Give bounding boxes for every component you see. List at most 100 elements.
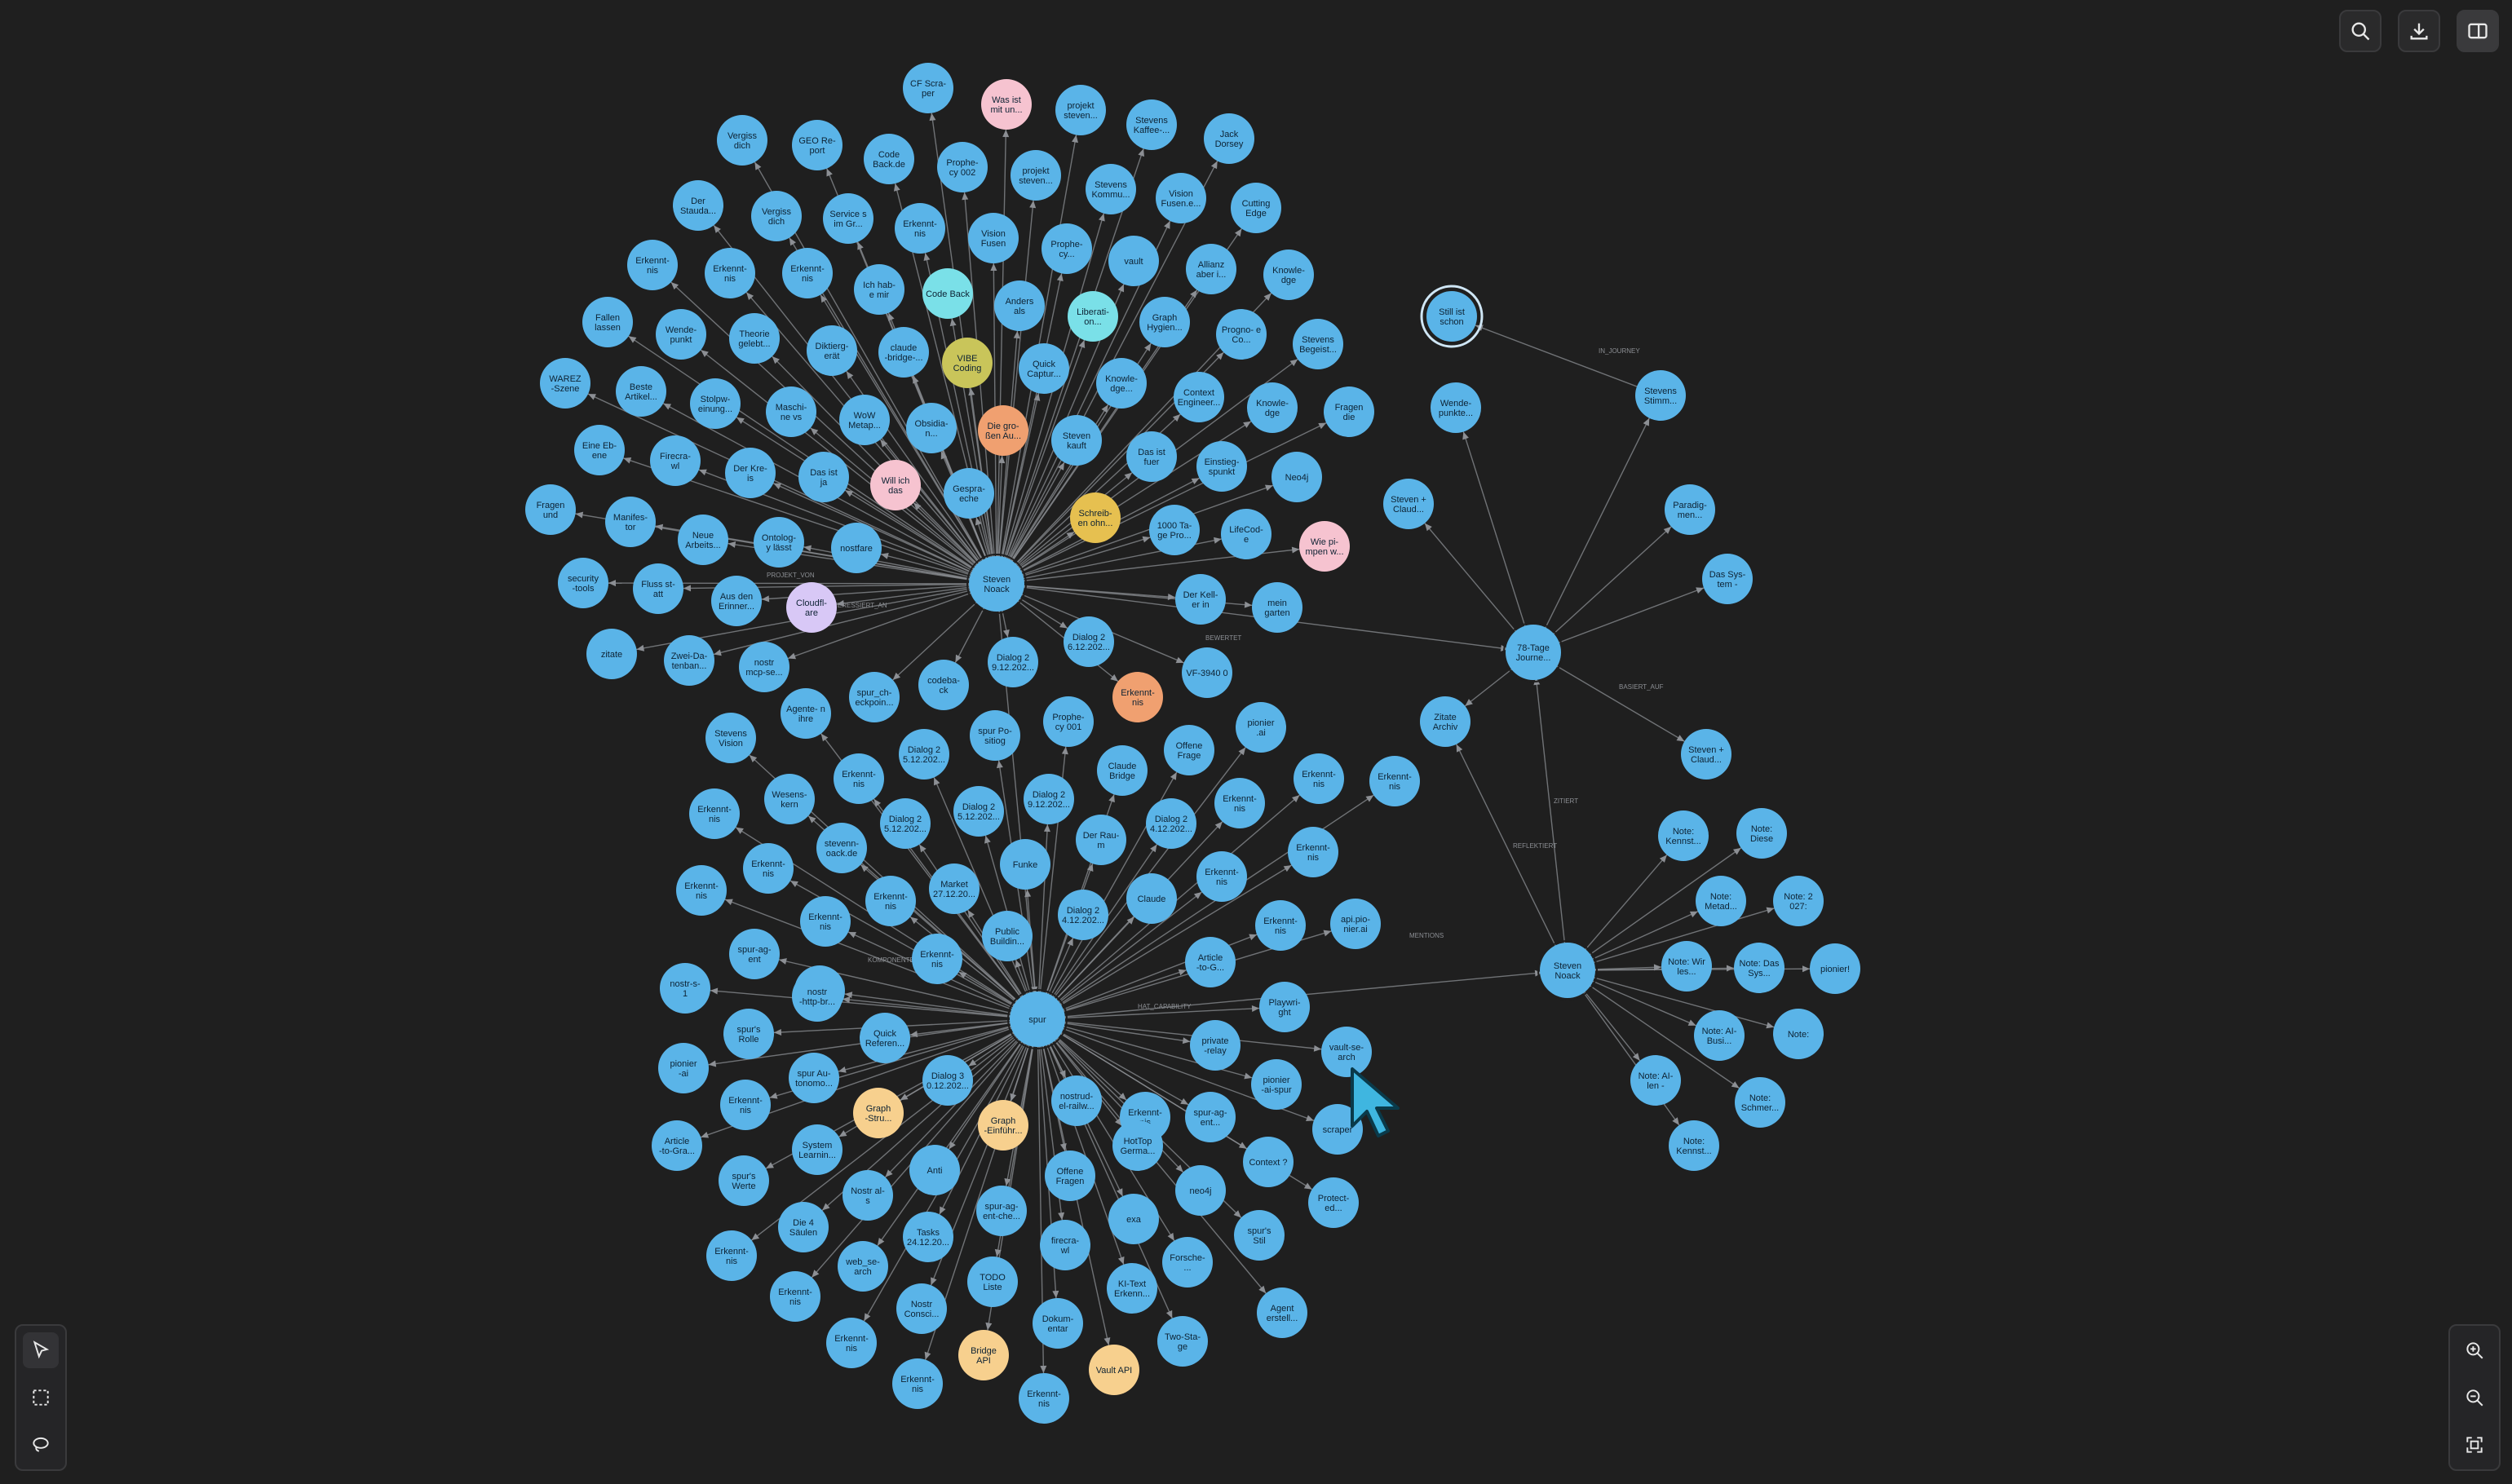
graph-node[interactable]: Agent erstell... [1257, 1287, 1307, 1338]
graph-node[interactable]: Will ich das [870, 460, 921, 510]
graph-node[interactable]: Erkennt-nis [743, 843, 794, 894]
graph-node[interactable]: Maschi-ne vs [766, 386, 816, 437]
graph-node[interactable]: Prophe-cy 002 [937, 142, 988, 192]
graph-node[interactable]: Obsidia-n... [906, 403, 957, 453]
marquee-tool-button[interactable] [23, 1380, 59, 1416]
graph-node[interactable]: exa [1108, 1194, 1159, 1244]
graph-node[interactable]: Steven kauft [1051, 415, 1102, 466]
graph-node[interactable]: Vision Fusen.e... [1156, 173, 1206, 223]
graph-node[interactable]: Erkennt-nis [1112, 672, 1163, 722]
graph-node[interactable]: 1000 Ta-ge Pro... [1149, 505, 1200, 555]
knowledge-graph-canvas[interactable]: PROJEKT_VONINTERESSIERT_ANHAT_CAPABILITY… [0, 0, 2512, 1484]
graph-node[interactable]: Nostr al-s [842, 1170, 893, 1221]
graph-node[interactable]: projekt steven... [1011, 150, 1061, 201]
graph-node[interactable]: Erkennt-nis [1214, 778, 1265, 828]
graph-node[interactable]: Agente- n ihre [781, 688, 831, 739]
download-button[interactable] [2398, 10, 2440, 52]
graph-node[interactable]: Eine Eb-ene [574, 425, 625, 475]
graph-node[interactable]: nostfare [831, 523, 882, 573]
zoom-out-button[interactable] [2457, 1380, 2492, 1416]
graph-node[interactable]: Claude [1126, 873, 1177, 924]
graph-node[interactable]: Erkennt-nis [689, 788, 740, 839]
graph-node[interactable]: HotTop Germa... [1112, 1120, 1163, 1171]
graph-node[interactable]: security -tools [558, 558, 608, 608]
graph-node[interactable]: Cloudfl-are [786, 582, 837, 633]
graph-node[interactable]: WAREZ -Szene [540, 358, 590, 409]
graph-node[interactable]: Jack Dorsey [1204, 113, 1254, 164]
satellite-node[interactable]: Note: Metad... [1696, 876, 1746, 926]
graph-node[interactable]: Erkennt-nis [834, 753, 884, 804]
zoom-in-button[interactable] [2457, 1332, 2492, 1368]
graph-node[interactable]: TODO Liste [967, 1257, 1018, 1307]
search-button[interactable] [2339, 10, 2382, 52]
graph-node[interactable]: Vergiss dich [751, 191, 802, 241]
graph-node[interactable]: GEO Re-port [792, 120, 842, 170]
graph-node[interactable]: Progno- e Co... [1216, 309, 1267, 360]
graph-node[interactable]: Neue Arbeits... [678, 515, 728, 565]
graph-node[interactable]: Knowle-dge [1247, 382, 1298, 433]
graph-node[interactable]: Allianz aber i... [1186, 244, 1236, 294]
satellite-node[interactable]: Steven + Claud... [1681, 729, 1731, 780]
satellite-node[interactable]: Zitate Archiv [1420, 696, 1470, 747]
satellite-node[interactable]: Note: Das Sys... [1734, 943, 1784, 993]
graph-node[interactable]: Funke [1000, 839, 1050, 890]
graph-node[interactable]: Context ? [1243, 1137, 1294, 1187]
graph-node[interactable]: Offene Fragen [1045, 1151, 1095, 1201]
graph-node[interactable]: Quick Referen... [860, 1013, 910, 1063]
graph-node[interactable]: Stevens Kaffee-... [1126, 99, 1177, 150]
graph-node[interactable]: Dialog 2 4.12.202... [1058, 890, 1108, 940]
graph-node[interactable]: neo4j [1175, 1165, 1226, 1216]
graph-node[interactable]: Code Back [922, 268, 973, 319]
toggle-panel-button[interactable] [2457, 10, 2499, 52]
graph-node[interactable]: Dialog 2 5.12.202... [899, 729, 949, 780]
graph-node[interactable]: Offene Frage [1164, 725, 1214, 775]
graph-node[interactable]: Dialog 2 6.12.202... [1064, 616, 1114, 667]
graph-node[interactable]: Das ist ja [798, 452, 849, 502]
graph-node[interactable]: Neo4j [1271, 452, 1322, 502]
graph-node[interactable]: Knowle-dge [1263, 250, 1314, 300]
graph-node[interactable]: Service s im Gr... [823, 193, 873, 244]
graph-node[interactable]: Vault API [1089, 1345, 1139, 1395]
graph-node[interactable]: Stevens Kommu... [1086, 164, 1136, 214]
graph-node[interactable]: Anti [909, 1145, 960, 1195]
graph-node[interactable]: Der Kre-is [725, 448, 776, 498]
graph-node[interactable]: Einstieg-spunkt [1196, 441, 1247, 492]
graph-node[interactable]: Dialog 3 0.12.202... [922, 1055, 973, 1106]
satellite-node[interactable]: Still ist schon [1426, 291, 1477, 342]
graph-node[interactable]: Schreib-en ohn... [1070, 492, 1121, 543]
graph-node[interactable]: nostr mcp-se... [739, 642, 789, 692]
graph-node[interactable]: Two-Sta-ge [1157, 1316, 1208, 1367]
graph-node[interactable]: Diktierg-erät [807, 325, 857, 376]
graph-node[interactable]: Erkennt-nis [892, 1358, 943, 1409]
graph-node[interactable]: Dialog 2 9.12.202... [988, 637, 1038, 687]
graph-node[interactable]: spur's Werte [719, 1155, 769, 1206]
graph-node[interactable]: mein garten [1252, 582, 1302, 633]
graph-node[interactable]: Playwri-ght [1259, 982, 1310, 1032]
graph-node[interactable]: Erkennt-nis [1294, 753, 1344, 804]
graph-nodes[interactable]: CF Scra-per Was ist mit un... projekt steven… [525, 63, 1860, 1424]
graph-node[interactable]: Article -to-G... [1185, 937, 1236, 987]
graph-node[interactable]: nostr -http-br... [792, 971, 842, 1022]
pointer-tool-button[interactable] [23, 1332, 59, 1368]
graph-node[interactable]: KI-Text Erkenn... [1107, 1263, 1157, 1314]
graph-node[interactable]: Erkennt-nis [705, 248, 755, 298]
graph-node[interactable]: Fragen die [1324, 386, 1374, 437]
satellite-node[interactable]: Note: 2 027: [1773, 876, 1824, 926]
graph-node[interactable]: Beste Artikel... [616, 366, 666, 417]
graph-node[interactable]: Context Engineer... [1174, 372, 1224, 422]
graph-node[interactable]: Erkennt-nis [1019, 1373, 1069, 1424]
satellite-node[interactable]: Note: AI-Busi... [1694, 1010, 1745, 1061]
satellite-node[interactable]: Note: [1773, 1009, 1824, 1059]
graph-node[interactable]: projekt steven... [1055, 85, 1106, 135]
graph-node[interactable]: Erkennt-nis [782, 248, 833, 298]
satellite-node[interactable]: Note: Schmer... [1735, 1077, 1785, 1128]
graph-node[interactable]: Cutting Edge [1231, 183, 1281, 233]
graph-node[interactable]: api.pio-nier.ai [1330, 899, 1381, 949]
graph-node[interactable]: Stevens Vision [705, 713, 756, 763]
satellite-node[interactable]: Note: Wir les... [1661, 941, 1712, 992]
graph-node[interactable]: Quick Captur... [1019, 343, 1069, 394]
graph-node[interactable]: Code Back.de [864, 134, 914, 184]
graph-node[interactable]: Erkennt-nis [826, 1318, 877, 1368]
graph-node[interactable]: Was ist mit un... [981, 79, 1032, 130]
graph-node[interactable]: spur's Stil [1234, 1210, 1285, 1261]
